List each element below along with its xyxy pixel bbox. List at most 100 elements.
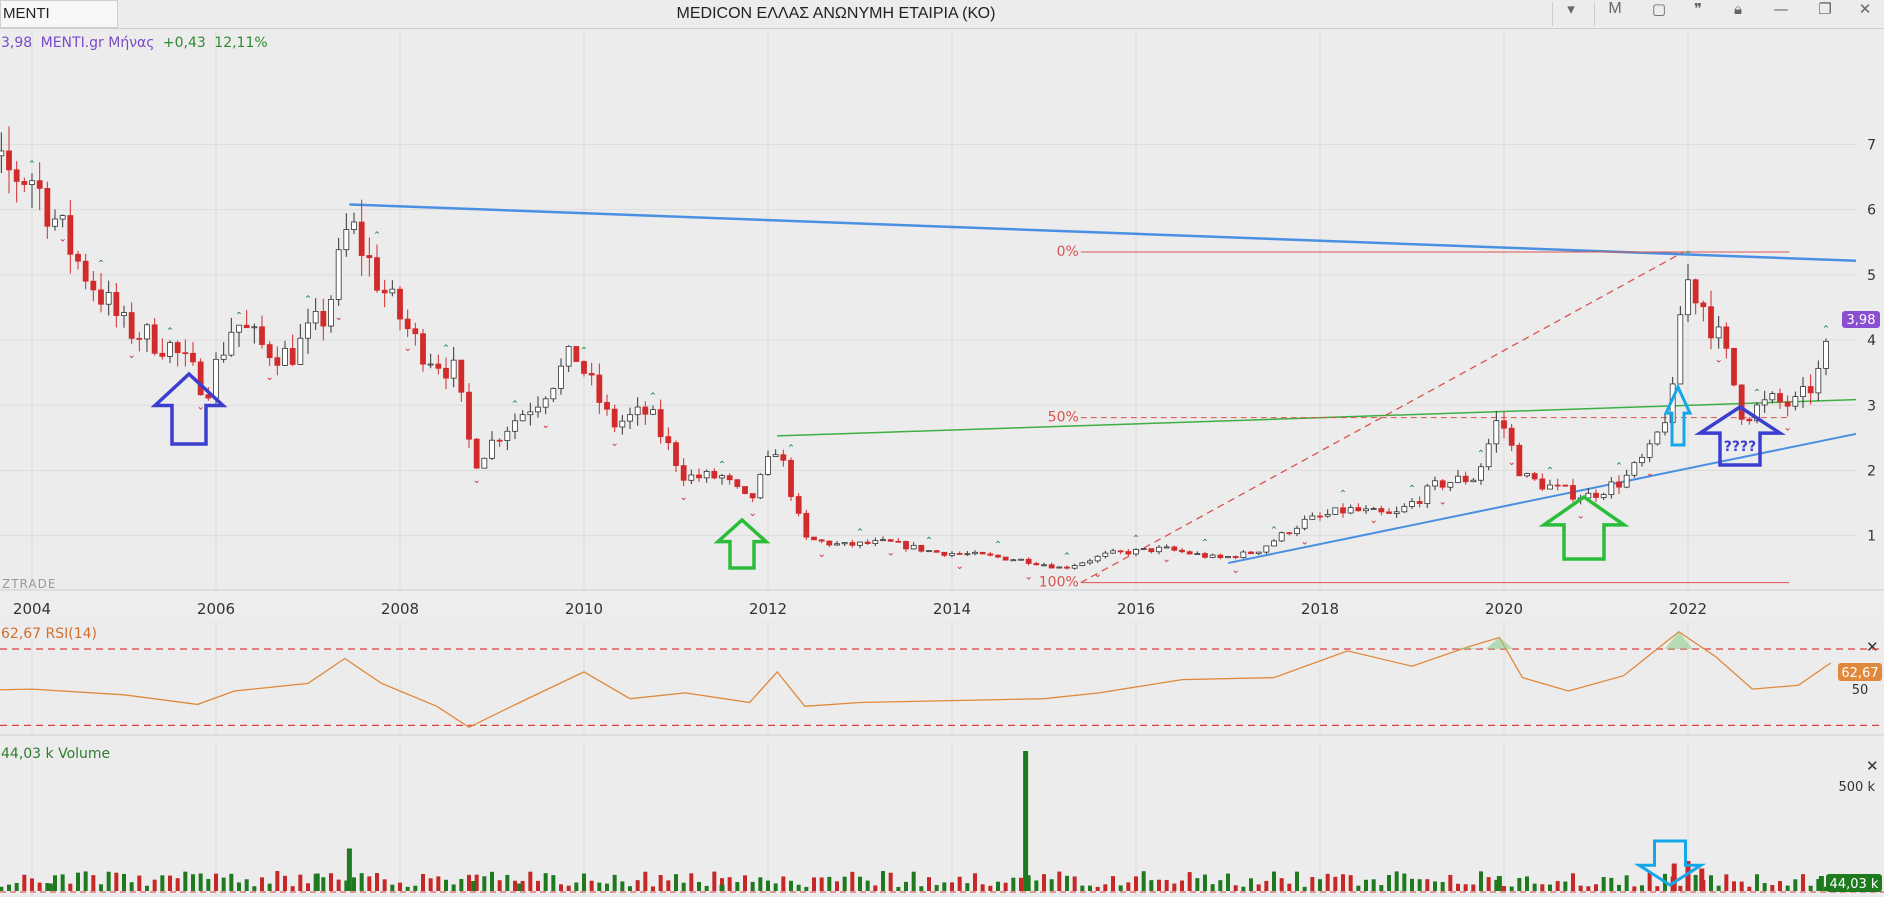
main-pane[interactable]	[0, 29, 1884, 589]
candle-body	[121, 312, 127, 316]
volume-bar	[1164, 879, 1169, 891]
fractal-down-mark: ⌄	[265, 372, 273, 383]
period-button[interactable]: M	[1596, 0, 1634, 28]
fractal-up-mark: ⌃	[787, 444, 795, 455]
x-tick-label: 2004	[13, 600, 51, 618]
volume-bar	[122, 873, 126, 891]
candle-body	[1033, 563, 1040, 566]
candle-body	[1554, 484, 1561, 487]
volume-bar	[658, 874, 663, 891]
minimize-icon[interactable]: —	[1762, 0, 1800, 28]
candle-body	[312, 310, 319, 324]
candle-body	[90, 280, 97, 291]
candle-body	[1708, 306, 1714, 339]
x-tick-label: 2008	[381, 600, 419, 618]
volume-bar	[1509, 886, 1514, 891]
fractal-down-mark: ⌄	[334, 312, 342, 323]
volume-bar	[14, 882, 19, 891]
candle-body	[427, 363, 434, 366]
volume-bar	[7, 884, 11, 891]
volume-bar	[1371, 879, 1376, 891]
candle-body	[926, 550, 932, 553]
candle-body	[818, 539, 825, 542]
candle-body	[182, 352, 189, 355]
fractal-up-mark: ⌃	[1684, 250, 1692, 261]
volume-bar	[988, 885, 993, 891]
volume-bar	[1655, 886, 1660, 891]
volume-bar	[1256, 884, 1261, 891]
candle-body	[1125, 551, 1132, 555]
candle-body	[933, 550, 940, 553]
symbol-field[interactable]: MENTI	[0, 0, 118, 28]
volume-bar	[37, 882, 42, 891]
volume-bar	[260, 877, 264, 891]
candle-body	[719, 475, 725, 479]
fractal-up-mark: ⌃	[1546, 466, 1554, 477]
candle-body	[397, 288, 403, 320]
comment-icon[interactable]: ❞	[1679, 0, 1717, 28]
candle-body	[688, 474, 695, 481]
candle-body	[680, 465, 687, 481]
candle-body	[1332, 507, 1339, 515]
candle-body	[795, 496, 802, 514]
volume-bar	[559, 884, 563, 891]
candle-body	[1048, 564, 1055, 569]
candle-body	[1470, 479, 1477, 483]
candle-body	[1447, 482, 1454, 488]
volume-bar	[206, 878, 211, 891]
volume-bar	[1502, 886, 1506, 891]
close-icon[interactable]: ✕	[1846, 0, 1884, 28]
volume-bar	[620, 881, 625, 891]
restore-icon[interactable]: ❐	[1806, 0, 1844, 28]
volume-bar	[628, 886, 632, 891]
fractal-down-mark: ⌄	[1369, 515, 1377, 526]
candle-body	[1370, 508, 1377, 510]
volume-bar	[1647, 872, 1652, 891]
volume-pane[interactable]	[0, 742, 1884, 897]
x-axis: 2004 2006 2008 2010 2012 2014 2016 2018 2020 2022	[13, 600, 1707, 618]
candle-body	[351, 221, 357, 230]
volume-close-icon[interactable]: ✕	[1866, 757, 1879, 775]
volume-bar	[145, 885, 149, 891]
candle-body	[956, 553, 963, 555]
rsi-pane[interactable]	[0, 621, 1884, 734]
volume-bar	[513, 880, 517, 891]
chevron-down-icon[interactable]: ▾	[1552, 0, 1590, 28]
volume-bar	[681, 882, 686, 891]
volume-bar	[413, 885, 418, 891]
candle-body	[305, 322, 311, 339]
rsi-close-icon[interactable]: ✕	[1866, 638, 1879, 656]
candle-body	[1278, 532, 1285, 542]
volume-bar	[789, 880, 793, 891]
candle-body	[75, 253, 81, 262]
candle-body	[588, 373, 595, 376]
fractal-up-mark: ⌃	[1339, 489, 1347, 500]
candle-body	[190, 352, 196, 363]
candle-body	[1501, 420, 1507, 429]
candle-body	[780, 454, 787, 461]
candle-body	[872, 540, 879, 544]
candle-body	[903, 541, 909, 550]
volume-bar	[697, 881, 701, 891]
volume-bar	[405, 886, 410, 891]
rsi-label: 62,67 RSI(14)	[1, 626, 97, 642]
fractal-down-mark: ⌄	[1162, 554, 1170, 565]
volume-bar	[927, 877, 931, 891]
volume-bar	[1310, 876, 1315, 891]
candle-body	[1401, 506, 1408, 513]
candle-body	[374, 257, 380, 291]
candle-body	[627, 414, 633, 422]
layout-icon[interactable]: ▢	[1640, 0, 1678, 28]
volume-bar	[651, 886, 655, 891]
fractal-down-mark: ⌄	[1507, 457, 1515, 468]
volume-bar	[1172, 883, 1177, 891]
candle-body	[1616, 481, 1622, 488]
volume-bar	[1617, 884, 1621, 891]
volume-bar	[1333, 876, 1338, 891]
candle-body	[105, 292, 112, 305]
volume-bar	[1118, 885, 1123, 891]
volume-bar	[865, 880, 870, 891]
price-chart[interactable]: 3,98 MENTI.gr Μήνας +0,43 12,11% ZTRADE …	[0, 29, 1884, 897]
lock-icon[interactable]: 🔒︎	[1719, 0, 1757, 28]
fractal-down-mark: ⌄	[541, 420, 549, 431]
